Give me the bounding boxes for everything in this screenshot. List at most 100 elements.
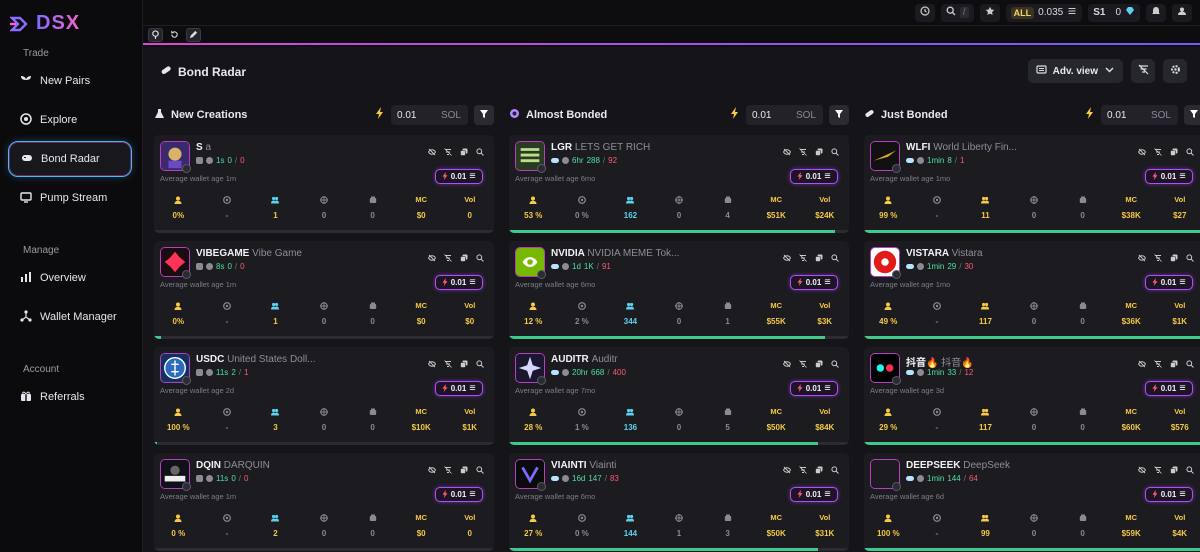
web-icon[interactable] bbox=[206, 263, 213, 270]
token-title[interactable]: AUDITR Auditr bbox=[551, 354, 618, 365]
token-card[interactable]: VIAINTI Viainti 16d 147/83 Average wallet a… bbox=[509, 453, 849, 551]
quick-buy-button[interactable]: 0.01 bbox=[790, 381, 838, 396]
search-icon[interactable] bbox=[1186, 461, 1194, 479]
token-title[interactable]: USDC United States Doll... bbox=[196, 354, 316, 365]
column-filter-button[interactable] bbox=[1184, 105, 1200, 125]
search-icon[interactable] bbox=[476, 461, 484, 479]
token-title[interactable]: NVIDIA NVIDIA MEME Tok... bbox=[551, 248, 679, 259]
sidebar-item-referrals[interactable]: Referrals bbox=[8, 379, 132, 415]
hide-icon[interactable] bbox=[427, 143, 437, 161]
quick-buy-amount-input[interactable]: 0.01 SOL bbox=[1101, 105, 1178, 125]
copy-icon[interactable] bbox=[460, 249, 468, 267]
token-card[interactable]: NVIDIA NVIDIA MEME Tok... 1d 1K/91 Average … bbox=[509, 241, 849, 339]
quick-buy-amount-input[interactable]: 0.01 SOL bbox=[391, 105, 468, 125]
copy-icon[interactable] bbox=[815, 249, 823, 267]
settings-button[interactable] bbox=[1163, 59, 1187, 83]
copy-icon[interactable] bbox=[460, 461, 468, 479]
quick-buy-button[interactable]: 0.01 bbox=[1145, 487, 1193, 502]
quick-buy-button[interactable]: 0.01 bbox=[1145, 275, 1193, 290]
logo[interactable]: DSX bbox=[9, 12, 80, 35]
column-filter-button[interactable] bbox=[829, 105, 849, 125]
copy-icon[interactable] bbox=[1170, 143, 1178, 161]
token-title[interactable]: VIBEGAME Vibe Game bbox=[196, 248, 302, 259]
history-button[interactable] bbox=[914, 3, 935, 22]
notifications-button[interactable] bbox=[1146, 3, 1166, 22]
filter-off-icon[interactable] bbox=[799, 461, 807, 479]
profile-button[interactable] bbox=[1172, 3, 1192, 22]
token-title[interactable]: DQIN DARQUIN bbox=[196, 460, 270, 471]
sidebar-item-overview[interactable]: Overview bbox=[8, 260, 132, 296]
undo-button[interactable] bbox=[167, 28, 182, 42]
web-icon[interactable] bbox=[562, 475, 569, 482]
search-icon[interactable] bbox=[1186, 355, 1194, 373]
copy-icon[interactable] bbox=[1170, 249, 1178, 267]
pin-button[interactable] bbox=[148, 27, 163, 42]
filter-off-icon[interactable] bbox=[444, 249, 452, 267]
web-icon[interactable] bbox=[206, 157, 213, 164]
quick-buy-button[interactable]: 0.01 bbox=[435, 275, 483, 290]
hide-icon[interactable] bbox=[782, 461, 792, 479]
quick-buy-button[interactable]: 0.01 bbox=[1145, 381, 1193, 396]
quick-buy-button[interactable]: 0.01 bbox=[790, 487, 838, 502]
copy-icon[interactable] bbox=[460, 355, 468, 373]
quick-buy-button[interactable]: 0.01 bbox=[790, 169, 838, 184]
web-icon[interactable] bbox=[917, 475, 924, 482]
hide-icon[interactable] bbox=[427, 461, 437, 479]
quick-buy-amount-input[interactable]: 0.01 SOL bbox=[746, 105, 823, 125]
web-icon[interactable] bbox=[562, 157, 569, 164]
web-icon[interactable] bbox=[562, 369, 569, 376]
token-card[interactable]: VIBEGAME Vibe Game 8s 0/0 Average wallet ag… bbox=[154, 241, 494, 339]
hide-icon[interactable] bbox=[782, 249, 792, 267]
web-icon[interactable] bbox=[206, 475, 213, 482]
search-icon[interactable] bbox=[831, 355, 839, 373]
hide-filter-button[interactable] bbox=[1131, 59, 1155, 83]
hide-icon[interactable] bbox=[1137, 461, 1147, 479]
copy-icon[interactable] bbox=[1170, 461, 1178, 479]
quick-buy-button[interactable]: 0.01 bbox=[435, 487, 483, 502]
copy-icon[interactable] bbox=[815, 461, 823, 479]
hide-icon[interactable] bbox=[427, 355, 437, 373]
hide-icon[interactable] bbox=[1137, 355, 1147, 373]
hide-icon[interactable] bbox=[782, 143, 792, 161]
token-title[interactable]: WLFI World Liberty Fin... bbox=[906, 142, 1017, 153]
filter-off-icon[interactable] bbox=[1154, 461, 1162, 479]
search-icon[interactable] bbox=[476, 143, 484, 161]
filter-off-icon[interactable] bbox=[1154, 355, 1162, 373]
web-icon[interactable] bbox=[917, 369, 924, 376]
hide-icon[interactable] bbox=[427, 249, 437, 267]
quick-buy-button[interactable]: 0.01 bbox=[435, 169, 483, 184]
token-card[interactable]: DQIN DARQUIN 11s 0/0 Average wallet age 1m 0… bbox=[154, 453, 494, 551]
favorites-button[interactable] bbox=[979, 3, 1000, 22]
token-card[interactable]: AUDITR Auditr 20hr 668/400 Average wallet a… bbox=[509, 347, 849, 445]
filter-off-icon[interactable] bbox=[799, 249, 807, 267]
token-title[interactable]: S a bbox=[196, 142, 211, 153]
token-title[interactable]: DEEPSEEK DeepSeek bbox=[906, 460, 1010, 471]
copy-icon[interactable] bbox=[1170, 355, 1178, 373]
sidebar-item-bond-radar[interactable]: Bond Radar bbox=[8, 141, 132, 177]
token-card[interactable]: WLFI World Liberty Fin... 1min 8/1 Average … bbox=[864, 135, 1200, 233]
sidebar-item-new-pairs[interactable]: New Pairs bbox=[8, 63, 132, 99]
search-icon[interactable] bbox=[476, 249, 484, 267]
search-icon[interactable] bbox=[831, 249, 839, 267]
hide-icon[interactable] bbox=[1137, 143, 1147, 161]
token-card[interactable]: USDC United States Doll... 11s 2/1 Average … bbox=[154, 347, 494, 445]
search-icon[interactable] bbox=[831, 143, 839, 161]
web-icon[interactable] bbox=[917, 263, 924, 270]
filter-off-icon[interactable] bbox=[444, 143, 452, 161]
search-icon[interactable] bbox=[1186, 249, 1194, 267]
search-icon[interactable] bbox=[831, 461, 839, 479]
hide-icon[interactable] bbox=[782, 355, 792, 373]
sidebar-item-wallet-manager[interactable]: Wallet Manager bbox=[8, 299, 132, 335]
filter-off-icon[interactable] bbox=[1154, 143, 1162, 161]
copy-icon[interactable] bbox=[815, 355, 823, 373]
web-icon[interactable] bbox=[917, 157, 924, 164]
search-button[interactable]: / bbox=[940, 3, 974, 22]
view-mode-dropdown[interactable]: Adv. view bbox=[1027, 59, 1123, 83]
search-icon[interactable] bbox=[476, 355, 484, 373]
token-card[interactable]: DEEPSEEK DeepSeek 1min 144/64 Average walle… bbox=[864, 453, 1200, 551]
token-card[interactable]: S a 1s 0/0 Average wallet age 1m 0.01 0% -1 0 0 M… bbox=[154, 135, 494, 233]
balance-button[interactable]: ALL 0.035 bbox=[1005, 3, 1083, 22]
hide-icon[interactable] bbox=[1137, 249, 1147, 267]
quick-buy-button[interactable]: 0.01 bbox=[790, 275, 838, 290]
wallet-button[interactable]: S1 0 bbox=[1088, 3, 1140, 22]
